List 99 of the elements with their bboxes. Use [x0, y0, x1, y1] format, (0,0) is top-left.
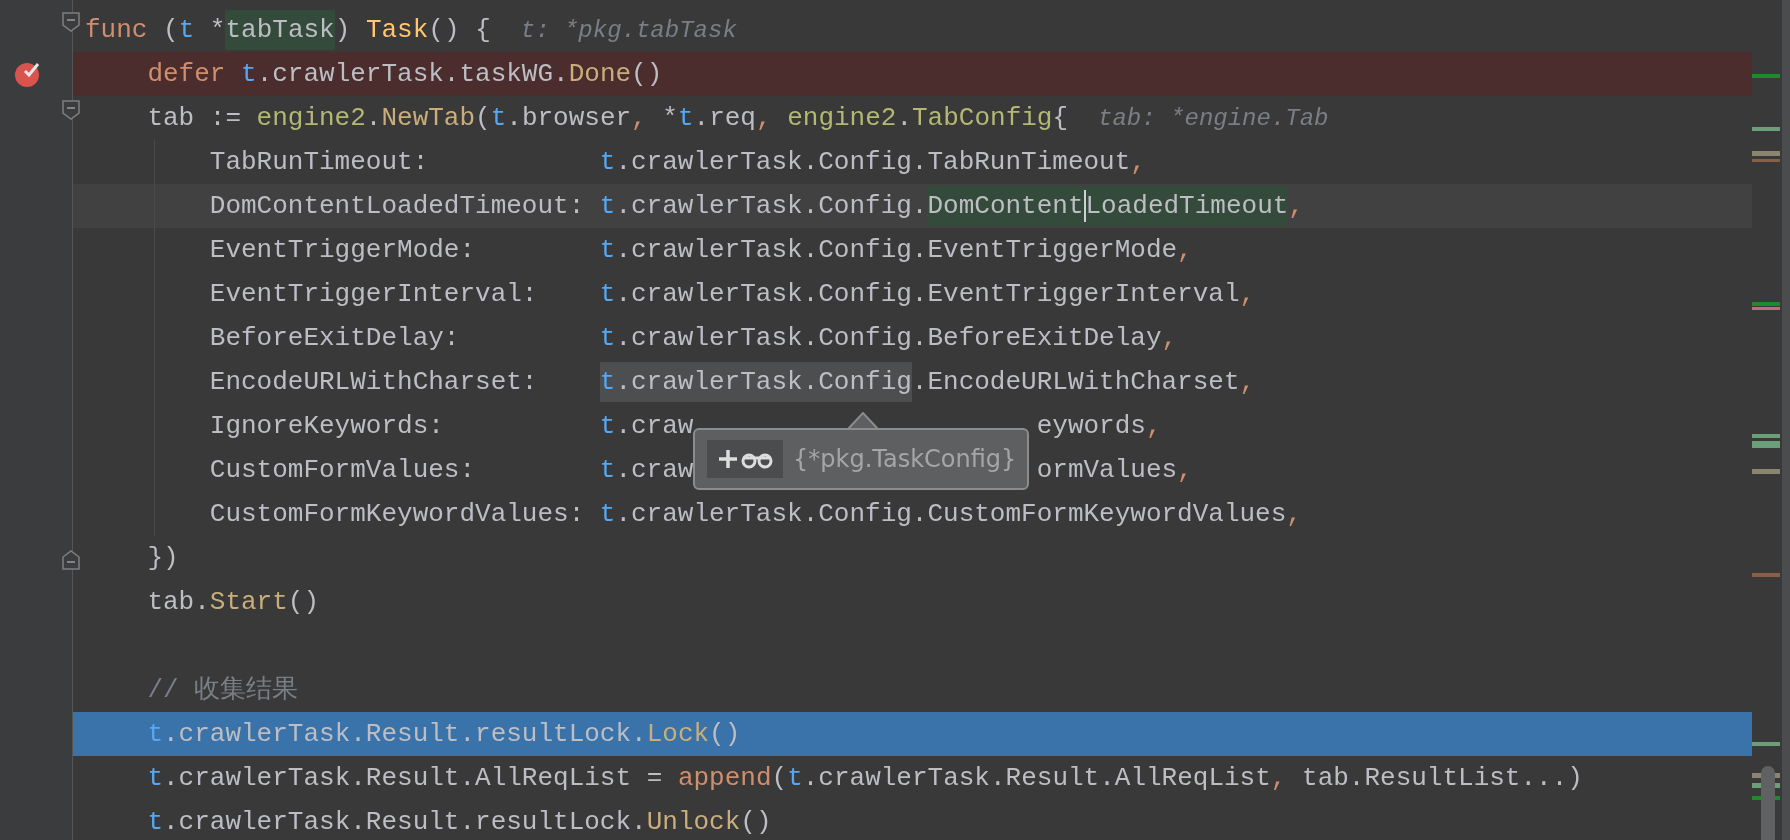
code-token: Done: [568, 58, 632, 91]
code-token: t: [599, 278, 616, 311]
add-watch-icon[interactable]: [707, 440, 783, 478]
code-token: t: [599, 498, 616, 531]
code-token: .craw: [615, 454, 694, 487]
code-token: .crawlerTask.Config.EventTriggerMode: [615, 234, 1178, 267]
code-token: t: [599, 146, 616, 179]
code-token: ,: [1161, 322, 1178, 355]
code-token: t: [599, 410, 616, 443]
code-token: }): [147, 542, 179, 575]
code-token: .crawlerTask.Result.resultLock.: [163, 718, 647, 751]
field-name: DomContentLoadedTimeout:: [209, 191, 586, 221]
code-token: .: [365, 102, 382, 135]
code-token: .crawlerTask.Config.: [615, 190, 928, 223]
code-comment: // 收集结果: [147, 674, 299, 707]
code-token: ,: [1130, 146, 1146, 179]
code-token: t: [787, 762, 803, 795]
code-token: .crawlerTask.Config.CustomFormKeywordValues: [615, 498, 1287, 531]
field-name: EventTriggerInterval:: [209, 279, 539, 309]
code-token: Start: [209, 586, 288, 619]
breakpoint-icon[interactable]: [14, 60, 42, 88]
code-token: (): [740, 806, 772, 839]
code-token: (: [771, 762, 788, 795]
code-token: (): [709, 718, 741, 751]
code-token: tab.: [147, 586, 210, 619]
code-token: () {: [428, 14, 491, 47]
code-token: (): [287, 586, 320, 619]
field-name: CustomFormKeywordValues:: [209, 499, 586, 529]
code-token: ): [334, 14, 352, 47]
code-token: defer: [147, 58, 227, 91]
code-token: ,: [631, 102, 648, 135]
code-token: tab :=: [147, 102, 242, 135]
code-token: t: [178, 14, 195, 47]
code-token: ,: [1177, 454, 1193, 487]
code-token: {: [1052, 102, 1069, 135]
tooltip-text: {*pkg.TaskConfig}: [793, 445, 1017, 473]
code-token: t: [241, 58, 257, 91]
code-token: ,: [1286, 498, 1302, 531]
code-token: t: [677, 102, 694, 135]
code-token: LoadedTimeout: [1085, 186, 1289, 226]
code-token: .crawlerTask.Result.resultLock.: [163, 806, 647, 839]
inlay-hint: tab: *engine.Tab: [1098, 104, 1329, 132]
code-token: func: [85, 14, 148, 47]
code-token: *: [662, 102, 678, 135]
code-token: t: [490, 102, 507, 135]
code-token: .crawlerTask.Result.AllReqList: [802, 762, 1271, 795]
code-token: (: [475, 102, 491, 135]
code-token: t: [147, 806, 163, 839]
code-token: .: [896, 102, 912, 135]
inlay-hint: t: *pkg.tabTask: [520, 16, 737, 44]
code-token: NewTab: [381, 102, 476, 135]
field-name: TabRunTimeout:: [209, 147, 430, 177]
code-token: .req: [693, 102, 756, 135]
code-token: ,: [1177, 234, 1193, 267]
code-token: ormValues: [1036, 454, 1178, 487]
code-token: t: [147, 718, 163, 751]
fold-icon[interactable]: [62, 12, 80, 32]
code-token: ,: [1270, 762, 1288, 795]
field-name: CustomFormValues:: [209, 455, 477, 485]
code-token: Unlock: [646, 806, 741, 839]
code-token: .EncodeURLWithCharset: [911, 366, 1240, 399]
code-token: .crawlerTask.Config: [615, 362, 912, 402]
code-token: Lock: [646, 718, 710, 751]
field-name: BeforeExitDelay:: [209, 323, 461, 353]
fold-icon[interactable]: [62, 100, 80, 120]
code-token: (: [162, 14, 179, 47]
code-token: DomContent: [927, 186, 1084, 226]
field-name: IgnoreKeywords:: [209, 411, 445, 441]
code-token: t: [599, 190, 616, 223]
code-token: Task: [365, 14, 429, 47]
code-token: t: [599, 234, 616, 267]
code-token: .crawlerTask.Config.EventTriggerInterval: [615, 278, 1240, 311]
code-token: ,: [1288, 190, 1304, 223]
code-token: append: [677, 762, 772, 795]
code-token: .browser: [506, 102, 632, 135]
code-token: engine2: [256, 102, 366, 135]
code-token: .crawlerTask.Config.BeforeExitDelay: [615, 322, 1162, 355]
code-token: .craw: [615, 410, 694, 443]
code-token: .crawlerTask.taskWG.: [256, 58, 569, 91]
code-token: engine2: [787, 102, 897, 135]
code-token: ,: [1239, 366, 1256, 399]
code-token: .crawlerTask.Result.AllReqList =: [163, 762, 664, 795]
code-token: (): [631, 58, 663, 91]
code-token: tabTask: [225, 10, 335, 50]
code-token: t: [599, 362, 616, 402]
code-token: TabConfig: [912, 102, 1053, 135]
code-token: *: [208, 14, 226, 47]
code-token: t: [599, 322, 616, 355]
field-name: EncodeURLWithCharset:: [209, 367, 539, 397]
code-token: eywords: [1036, 410, 1146, 443]
field-name: EventTriggerMode:: [209, 235, 477, 265]
code-token: ,: [1239, 278, 1256, 311]
code-token: t: [599, 454, 616, 487]
code-token: ,: [755, 102, 773, 135]
code-token: .crawlerTask.Config.TabRunTimeout: [615, 146, 1131, 179]
fold-icon[interactable]: [62, 550, 80, 570]
code-token: tab.ResultList...): [1302, 762, 1583, 795]
code-token: ,: [1145, 410, 1162, 443]
code-token: t: [147, 762, 163, 795]
